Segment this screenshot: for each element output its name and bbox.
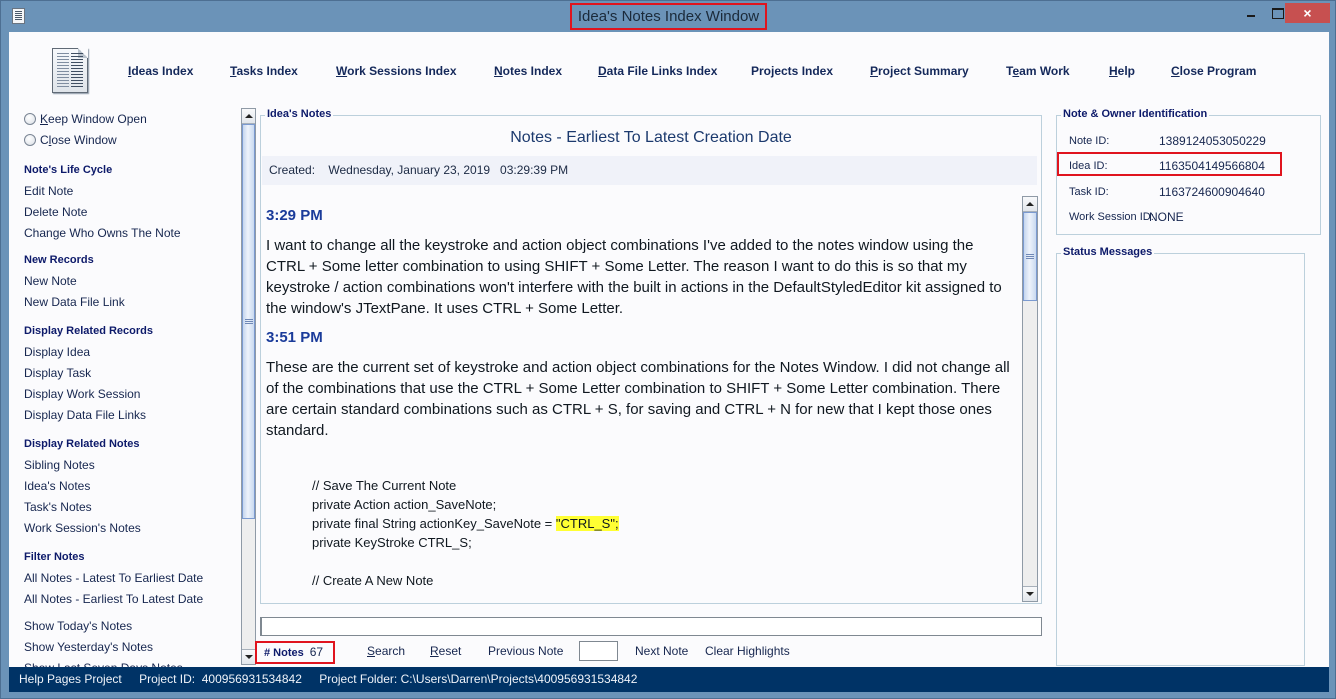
work-session-id-label: Work Session ID: bbox=[1069, 211, 1154, 223]
display-data-file-links-link[interactable]: Display Data File Links bbox=[24, 408, 146, 422]
radio-circle-icon bbox=[24, 134, 36, 146]
edit-note-link[interactable]: Edit Note bbox=[24, 184, 73, 198]
note-entry-time: 3:51 PM bbox=[266, 329, 323, 346]
work-session-id-value: NONE bbox=[1149, 210, 1184, 224]
sidebar: Keep Window Open Close Window Note's Lif… bbox=[9, 109, 241, 667]
minimize-button[interactable] bbox=[1237, 3, 1264, 23]
search-input[interactable] bbox=[260, 617, 1042, 636]
scroll-down-arrow-icon[interactable] bbox=[1023, 586, 1037, 601]
new-note-link[interactable]: New Note bbox=[24, 274, 77, 288]
note-scrollbar[interactable] bbox=[1022, 196, 1038, 602]
ideas-notes-legend: Idea's Notes bbox=[265, 108, 334, 120]
status-bar: Help Pages Project Project ID: 400956931… bbox=[9, 667, 1329, 692]
project-id: Project ID: 400956931534842 bbox=[139, 672, 302, 686]
identification-legend: Note & Owner Identification bbox=[1061, 108, 1210, 120]
close-window-radio[interactable]: Close Window bbox=[24, 133, 117, 147]
reset-button[interactable]: Reset bbox=[430, 644, 461, 658]
ideas-notes-link[interactable]: Idea's Notes bbox=[24, 479, 90, 493]
notes-sort-heading: Notes - Earliest To Latest Creation Date bbox=[510, 129, 792, 146]
project-name: Help Pages Project bbox=[19, 672, 122, 686]
scroll-up-arrow-icon[interactable] bbox=[1023, 197, 1037, 212]
note-id-value: 1389124053050229 bbox=[1159, 134, 1266, 148]
project-folder: Project Folder: C:\Users\Darren\Projects… bbox=[319, 672, 638, 686]
menu-help[interactable]: Help bbox=[1109, 64, 1135, 78]
note-entry-text: These are the current set of keystroke a… bbox=[266, 359, 1010, 439]
note-id-label: Note ID: bbox=[1069, 135, 1110, 147]
title-bar[interactable]: Idea's Notes Index Window × bbox=[1, 1, 1336, 32]
ideas-notes-panel: Idea's Notes Notes - Earliest To Latest … bbox=[260, 108, 1042, 604]
created-bar: Created: Wednesday, January 23, 2019 03:… bbox=[262, 156, 1037, 185]
show-todays-notes-link[interactable]: Show Today's Notes bbox=[24, 619, 132, 633]
note-entry-time: 3:29 PM bbox=[266, 207, 323, 224]
scroll-up-arrow-icon[interactable] bbox=[242, 109, 255, 124]
search-highlight: "CTRL_S"; bbox=[555, 516, 619, 531]
section-heading-filter-notes: Filter Notes bbox=[24, 551, 85, 563]
menu-team-work[interactable]: Team Work bbox=[1006, 64, 1070, 78]
scroll-down-arrow-icon[interactable] bbox=[242, 649, 255, 664]
previous-note-button[interactable]: Previous Note bbox=[488, 644, 563, 658]
notes-count-value: 67 bbox=[309, 645, 324, 659]
section-heading-related-notes: Display Related Notes bbox=[24, 438, 140, 450]
task-id-value: 1163724600904640 bbox=[1159, 185, 1265, 199]
section-heading-life-cycle: Note's Life Cycle bbox=[24, 164, 113, 176]
menu-project-summary[interactable]: Project Summary bbox=[870, 64, 969, 78]
app-window: Idea's Notes Index Window × Ideas Index … bbox=[0, 0, 1336, 699]
menu-close-program[interactable]: Close Program bbox=[1171, 64, 1256, 78]
menu-ideas-index[interactable]: Ideas Index bbox=[128, 64, 193, 78]
code-line: private Action action_SaveNote; bbox=[312, 497, 497, 512]
menu-projects-index[interactable]: Projects Index bbox=[751, 64, 833, 78]
menu-data-file-links-index[interactable]: Data File Links Index bbox=[598, 64, 717, 78]
task-id-label: Task ID: bbox=[1069, 186, 1109, 198]
new-data-file-link[interactable]: New Data File Link bbox=[24, 295, 125, 309]
created-value: Wednesday, January 23, 2019 03:29:39 PM bbox=[328, 163, 569, 177]
filter-latest-to-earliest-link[interactable]: All Notes - Latest To Earliest Date bbox=[24, 571, 203, 585]
display-work-session-link[interactable]: Display Work Session bbox=[24, 387, 140, 401]
sibling-notes-link[interactable]: Sibling Notes bbox=[24, 458, 95, 472]
code-line: // Create A New Note bbox=[312, 573, 434, 588]
display-task-link[interactable]: Display Task bbox=[24, 366, 91, 380]
app-document-icon[interactable] bbox=[12, 8, 25, 24]
notes-document-icon bbox=[52, 48, 88, 93]
code-line: // Save The Current Note bbox=[312, 478, 457, 493]
tasks-notes-link[interactable]: Task's Notes bbox=[24, 500, 92, 514]
clear-highlights-button[interactable]: Clear Highlights bbox=[705, 644, 790, 658]
close-window-button[interactable]: × bbox=[1285, 3, 1330, 23]
display-idea-link[interactable]: Display Idea bbox=[24, 345, 90, 359]
idea-id-highlight-box bbox=[1057, 152, 1282, 176]
menu-work-sessions-index[interactable]: Work Sessions Index bbox=[336, 64, 457, 78]
created-label: Created: bbox=[269, 163, 316, 177]
search-button[interactable]: Search bbox=[367, 644, 405, 658]
keep-window-open-radio[interactable]: Keep Window Open bbox=[24, 112, 147, 126]
section-heading-related-records: Display Related Records bbox=[24, 325, 153, 337]
menu-notes-index[interactable]: Notes Index bbox=[494, 64, 562, 78]
note-entry-text: I want to change all the keystroke and a… bbox=[266, 237, 1002, 317]
section-heading-new-records: New Records bbox=[24, 254, 94, 266]
code-snippet: // Save The Current Note private Action … bbox=[312, 476, 1016, 590]
change-owner-link[interactable]: Change Who Owns The Note bbox=[24, 226, 181, 240]
delete-note-link[interactable]: Delete Note bbox=[24, 205, 87, 219]
note-scroll-thumb[interactable] bbox=[1023, 212, 1037, 301]
client-area: Ideas Index Tasks Index Work Sessions In… bbox=[9, 32, 1329, 667]
next-note-button[interactable]: Next Note bbox=[635, 644, 688, 658]
sidebar-scrollbar[interactable] bbox=[241, 108, 256, 665]
menu-tasks-index[interactable]: Tasks Index bbox=[230, 64, 298, 78]
window-title: Idea's Notes Index Window bbox=[570, 3, 767, 30]
radio-circle-icon bbox=[24, 113, 36, 125]
status-messages-panel: Status Messages bbox=[1056, 246, 1305, 666]
notes-count-label: # Notes bbox=[264, 647, 304, 659]
filter-earliest-to-latest-link[interactable]: All Notes - Earliest To Latest Date bbox=[24, 592, 203, 606]
show-yesterdays-notes-link[interactable]: Show Yesterday's Notes bbox=[24, 640, 153, 654]
note-text-pane[interactable]: 3:29 PM I want to change all the keystro… bbox=[266, 200, 1016, 600]
status-messages-legend: Status Messages bbox=[1061, 246, 1155, 258]
notes-count-badge: # Notes 67 bbox=[255, 641, 335, 664]
sidebar-scroll-thumb[interactable] bbox=[242, 124, 255, 519]
note-number-input[interactable] bbox=[579, 641, 618, 661]
code-line: private KeyStroke CTRL_S; bbox=[312, 535, 472, 550]
work-sessions-notes-link[interactable]: Work Session's Notes bbox=[24, 521, 141, 535]
code-line: private final String actionKey_SaveNote … bbox=[312, 516, 619, 531]
